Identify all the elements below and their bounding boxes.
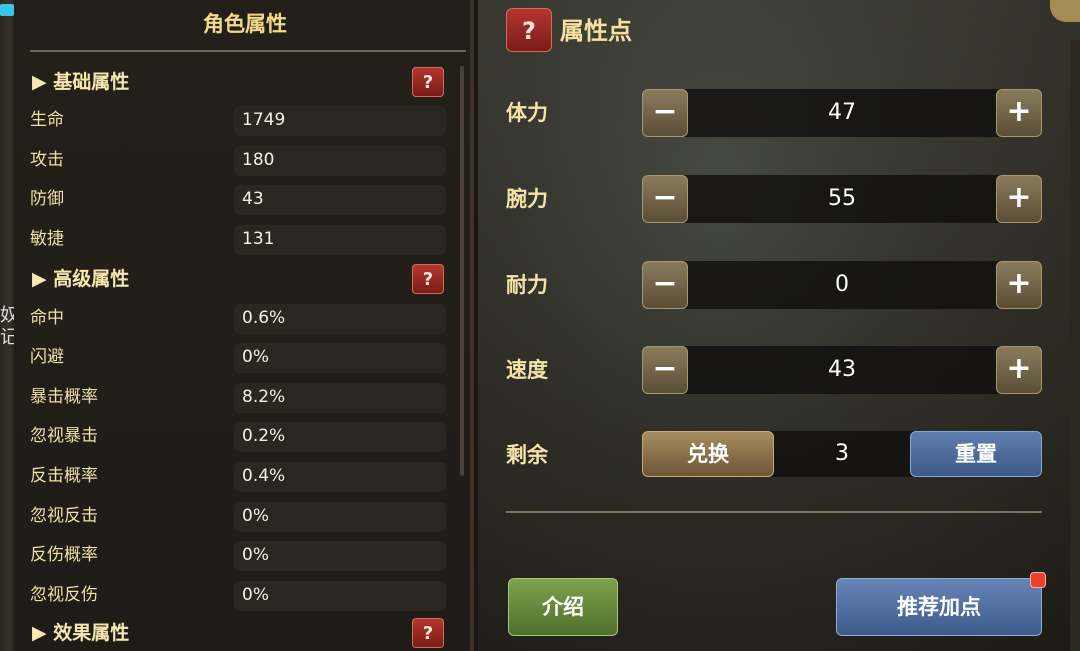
stat-label: 忽视反伤	[30, 585, 98, 605]
character-attributes-panel: 角色属性 ▶ 基础属性 ? 生命 1749 攻击 180 防御 43 敏捷 13…	[16, 0, 474, 651]
recommend-points-button[interactable]: 推荐加点	[836, 578, 1042, 636]
stat-value: 55	[828, 186, 856, 211]
stat-value: 0	[835, 272, 849, 297]
section-basic-attributes[interactable]: ▶ 基础属性 ?	[32, 64, 452, 100]
stat-value: 0%	[242, 347, 269, 367]
stat-row-hit: 命中 0.6%	[30, 302, 462, 334]
reset-button[interactable]: 重置	[910, 431, 1042, 477]
stat-label: 攻击	[30, 150, 64, 170]
stat-label: 生命	[30, 110, 64, 130]
section-advanced-label: ▶ 高级属性	[32, 268, 130, 290]
panel-title: 角色属性	[203, 12, 287, 36]
left-edge-strip: 奴 记	[0, 0, 16, 651]
stat-value: 131	[242, 229, 275, 249]
stat-value: 0%	[242, 506, 269, 526]
attribute-points-panel: ? 属性点 体力 − 47 + 腕力 − 55 + 耐力 − 0 + 速度 − …	[478, 0, 1080, 651]
gem-icon	[0, 4, 14, 16]
section-effect-attributes[interactable]: ▶ 效果属性 ?	[32, 615, 452, 651]
stat-value: 43	[242, 189, 264, 209]
stat-value: 0.2%	[242, 426, 286, 446]
stat-row-defense: 防御 43	[30, 183, 462, 215]
decrease-button[interactable]: −	[642, 346, 688, 394]
help-button-basic[interactable]: ?	[412, 67, 444, 97]
remaining-value: 3	[835, 441, 849, 466]
stat-value: 0%	[242, 585, 269, 605]
edge-tab-text[interactable]: 奴 记	[0, 305, 14, 349]
stat-row-attack: 攻击 180	[30, 144, 462, 176]
section-divider	[506, 511, 1042, 513]
stat-label: 反击概率	[30, 466, 98, 486]
help-button-effect[interactable]: ?	[412, 618, 444, 648]
stat-label: 敏捷	[30, 229, 64, 249]
stat-label-endurance: 耐力	[506, 273, 548, 297]
stat-row-ignore-reflect: 忽视反伤 0%	[30, 579, 462, 611]
stat-label: 忽视反击	[30, 506, 98, 526]
section-effect-label: ▶ 效果属性	[32, 622, 130, 644]
stat-label-strength: 腕力	[506, 187, 548, 211]
stat-value: 8.2%	[242, 387, 286, 407]
stat-label: 防御	[30, 189, 64, 209]
section-advanced-attributes[interactable]: ▶ 高级属性 ?	[32, 261, 452, 297]
stat-row-agility: 敏捷 131	[30, 223, 462, 255]
stat-label: 闪避	[30, 347, 64, 367]
stat-value: 43	[828, 357, 856, 382]
title-divider	[30, 50, 466, 52]
increase-button[interactable]: +	[996, 175, 1042, 223]
stat-control-speed: − 43 +	[642, 346, 1042, 394]
panel-header: ? 属性点	[478, 0, 1068, 60]
stat-row-reflect-rate: 反伤概率 0%	[30, 539, 462, 571]
stat-label-speed: 速度	[506, 358, 548, 382]
decrease-button[interactable]: −	[642, 89, 688, 137]
decrease-button[interactable]: −	[642, 175, 688, 223]
decrease-button[interactable]: −	[642, 261, 688, 309]
stat-row-crit-rate: 暴击概率 8.2%	[30, 381, 462, 413]
stat-value: 0%	[242, 545, 269, 565]
exchange-button[interactable]: 兑换	[642, 431, 774, 477]
increase-button[interactable]: +	[996, 89, 1042, 137]
remaining-label: 剩余	[506, 443, 548, 467]
stat-value: 1749	[242, 110, 286, 130]
help-button-points[interactable]: ?	[506, 8, 552, 52]
stat-row-ignore-counter: 忽视反击 0%	[30, 500, 462, 532]
stat-value: 0.4%	[242, 466, 286, 486]
stat-control-strength: − 55 +	[642, 175, 1042, 223]
section-basic-label: ▶ 基础属性	[32, 71, 130, 93]
value-box	[234, 185, 446, 215]
stat-label-stamina: 体力	[506, 101, 548, 125]
stat-label: 暴击概率	[30, 387, 98, 407]
stat-value: 0.6%	[242, 308, 286, 328]
stat-row-dodge: 闪避 0%	[30, 341, 462, 373]
stat-value: 47	[828, 100, 856, 125]
stat-label: 反伤概率	[30, 545, 98, 565]
increase-button[interactable]: +	[996, 261, 1042, 309]
stat-row-ignore-crit: 忽视暴击 0.2%	[30, 420, 462, 452]
right-edge-frame	[1070, 40, 1080, 651]
stat-value: 180	[242, 150, 275, 170]
panel-title: 属性点	[560, 17, 632, 45]
intro-button[interactable]: 介绍	[508, 578, 618, 636]
stat-row-hp: 生命 1749	[30, 104, 462, 136]
stat-row-counter-rate: 反击概率 0.4%	[30, 460, 462, 492]
help-button-advanced[interactable]: ?	[412, 264, 444, 294]
increase-button[interactable]: +	[996, 346, 1042, 394]
stat-control-endurance: − 0 +	[642, 261, 1042, 309]
notification-dot-icon	[1030, 572, 1046, 588]
stat-label: 命中	[30, 308, 64, 328]
stat-label: 忽视暴击	[30, 426, 98, 446]
stat-control-stamina: − 47 +	[642, 89, 1042, 137]
remaining-control: 兑换 3 重置	[642, 431, 1042, 477]
